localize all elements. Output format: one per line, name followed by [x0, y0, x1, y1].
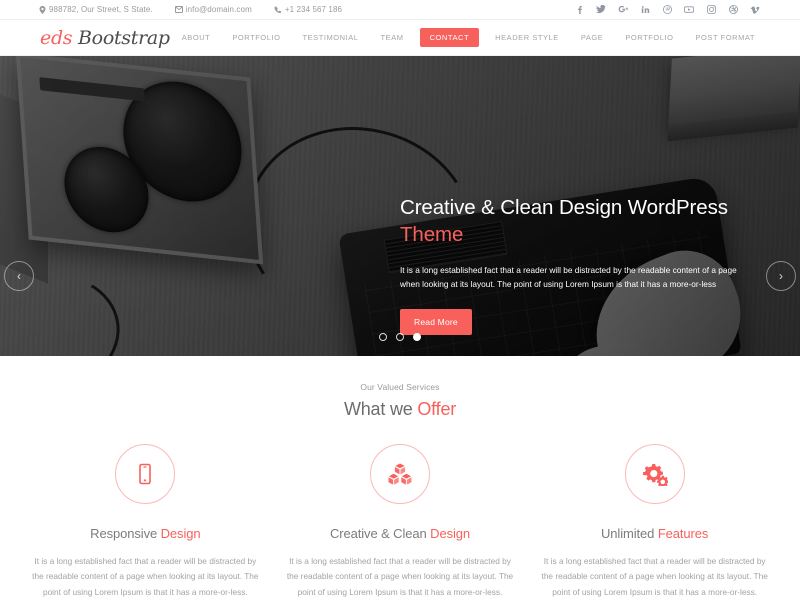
nav-item-portfolio[interactable]: PORTFOLIO: [221, 34, 291, 42]
service-card-title-main: Responsive: [90, 526, 161, 541]
cogs-icon: [624, 444, 685, 504]
hero-title: Creative & Clean Design WordPress Theme: [400, 194, 750, 249]
contact-address: 988782, Our Street, S State.: [38, 4, 164, 14]
instagram-icon[interactable]: [700, 0, 722, 20]
service-card-title-main: Creative & Clean: [329, 526, 431, 541]
nav-item-testimonial[interactable]: TESTIMONIAL: [291, 34, 369, 42]
hero-description: It is a long established fact that a rea…: [400, 264, 737, 290]
nav-item-contact[interactable]: CONTACT: [419, 27, 480, 48]
google-plus-icon[interactable]: [612, 0, 634, 20]
service-card-title: Responsive Design: [32, 526, 259, 541]
contact-phone-text: +1 234 567 186: [284, 4, 343, 14]
services-title: What we Offer: [0, 399, 800, 420]
contact-email-text: info@domain.com: [185, 4, 252, 14]
twitter-icon[interactable]: [590, 0, 612, 20]
service-cards: Responsive Design It is a long establish…: [0, 444, 800, 600]
mobile-phone-icon: [115, 444, 176, 504]
service-card-title: Creative & Clean Design: [287, 526, 514, 541]
logo-text-primary: eds: [40, 26, 73, 49]
phone-icon: [274, 5, 282, 14]
vimeo-icon[interactable]: [744, 0, 766, 20]
service-card: Unlimited Features It is a long establis…: [527, 444, 782, 600]
site-header: eds Bootstrap ABOUT PORTFOLIO TESTIMONIA…: [0, 20, 800, 56]
carousel-dot-2[interactable]: [396, 333, 404, 341]
services-title-accent: Offer: [417, 399, 457, 419]
hero-carousel: Creative & Clean Design WordPress Theme …: [0, 56, 800, 356]
main-navigation: ABOUT PORTFOLIO TESTIMONIAL TEAM CONTACT…: [171, 20, 766, 55]
service-card-title-accent: Features: [657, 526, 709, 541]
carousel-prev-arrow-icon[interactable]: ‹: [4, 261, 34, 291]
map-marker-icon: [38, 5, 46, 14]
service-card: Responsive Design It is a long establish…: [18, 444, 273, 600]
service-card-text: It is a long established fact that a rea…: [286, 556, 514, 597]
services-section: Our Valued Services What we Offer Respon…: [0, 356, 800, 600]
dribbble-icon[interactable]: [722, 0, 744, 20]
contact-address-text: 988782, Our Street, S State.: [49, 4, 153, 14]
youtube-icon[interactable]: [678, 0, 700, 20]
cubes-icon: [370, 444, 430, 504]
hero-title-accent: Theme: [400, 223, 464, 247]
top-bar-contacts: 988782, Our Street, S State. info@domain…: [38, 4, 353, 14]
contact-phone[interactable]: +1 234 567 186: [263, 4, 353, 14]
nav-item-post-format[interactable]: POST FORMAT: [684, 34, 766, 42]
nav-item-about[interactable]: ABOUT: [171, 34, 222, 42]
pinterest-icon[interactable]: [656, 0, 678, 20]
logo-text-secondary: Bootstrap: [78, 26, 170, 49]
carousel-dot-3[interactable]: [413, 333, 421, 341]
service-card-text: It is a long established fact that a rea…: [32, 556, 259, 597]
social-links: [568, 0, 766, 20]
services-title-main: What we: [343, 399, 418, 419]
facebook-icon[interactable]: [568, 0, 590, 20]
hero-content: Creative & Clean Design WordPress Theme …: [400, 194, 750, 335]
hero-title-main: Creative & Clean Design WordPress: [400, 196, 728, 219]
linkedin-icon[interactable]: [634, 0, 656, 20]
nav-item-portfolio-2[interactable]: PORTFOLIO: [614, 34, 684, 42]
envelope-icon: [174, 6, 183, 14]
service-card: Creative & Clean Design It is a long est…: [273, 444, 528, 600]
service-card-title-accent: Design: [160, 526, 201, 541]
top-bar: 988782, Our Street, S State. info@domain…: [0, 0, 800, 20]
services-subtitle: Our Valued Services: [360, 382, 440, 392]
nav-item-team[interactable]: TEAM: [370, 34, 415, 42]
nav-item-page[interactable]: PAGE: [570, 34, 614, 42]
contact-email[interactable]: info@domain.com: [164, 4, 263, 14]
read-more-button[interactable]: Read More: [400, 308, 472, 335]
carousel-dot-1[interactable]: [379, 333, 387, 341]
service-card-title-accent: Design: [430, 526, 471, 541]
service-card-title-main: Unlimited: [601, 526, 658, 541]
carousel-indicators: [0, 333, 800, 341]
site-logo[interactable]: eds Bootstrap: [40, 27, 170, 49]
service-card-text: It is a long established fact that a rea…: [541, 556, 768, 597]
service-card-title: Unlimited Features: [541, 526, 768, 541]
nav-item-header-style[interactable]: HEADER STYLE: [484, 34, 570, 42]
carousel-next-arrow-icon[interactable]: ›: [766, 261, 796, 291]
